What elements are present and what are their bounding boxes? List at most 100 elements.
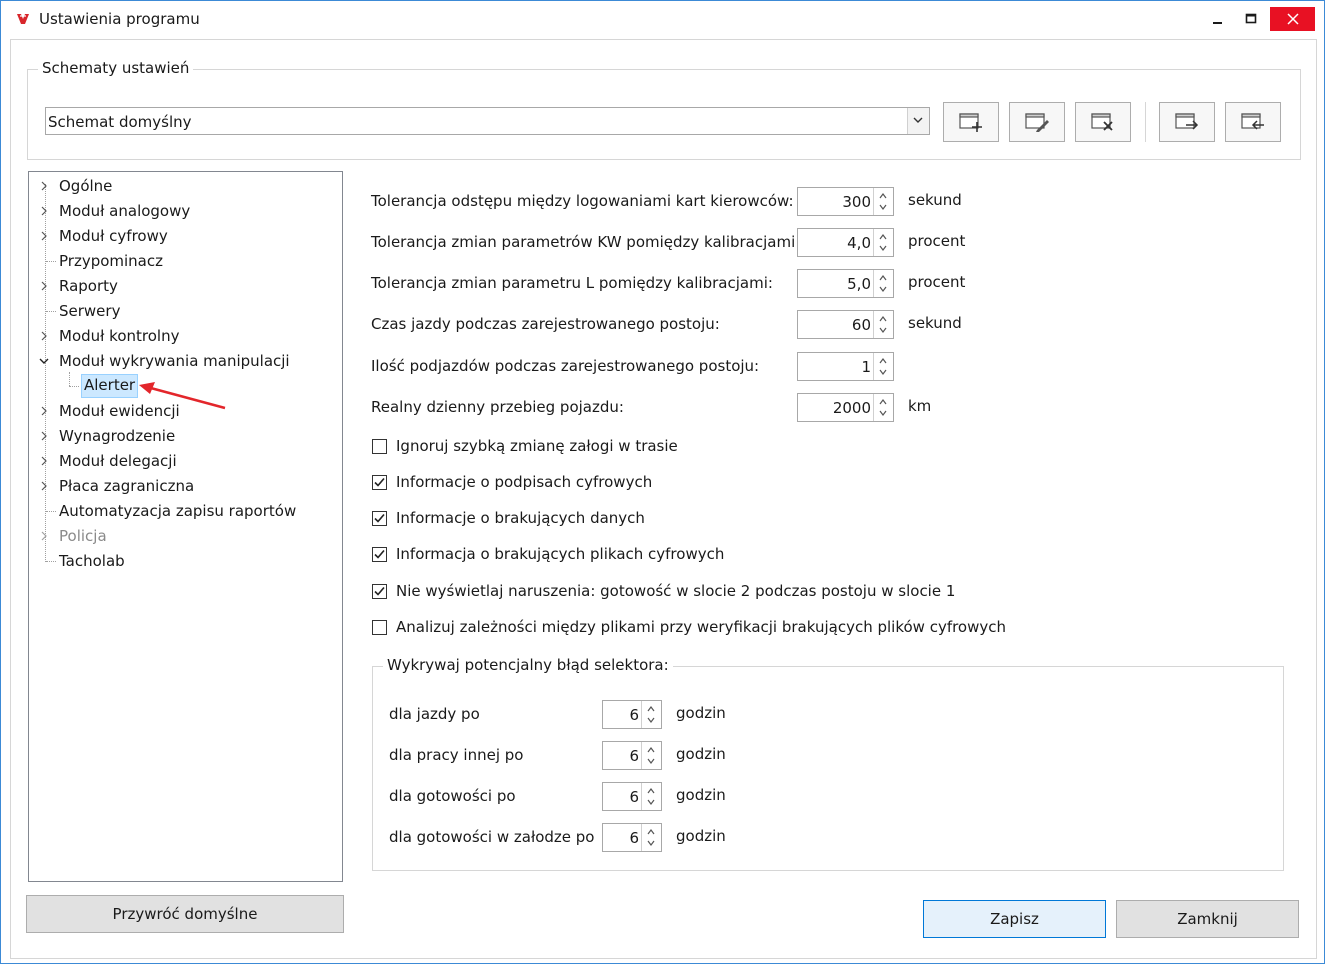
checkmark-icon bbox=[374, 477, 385, 487]
selector-error-legend: Wykrywaj potencjalny błąd selektora: bbox=[383, 656, 673, 674]
tree-item-alerter[interactable]: Alerter bbox=[81, 374, 139, 398]
checkbox-box[interactable] bbox=[372, 475, 387, 490]
l-tolerance-spinner[interactable]: 5,0 bbox=[797, 269, 894, 298]
save-button[interactable]: Zapisz bbox=[923, 900, 1106, 938]
moves-on-stop-spinner[interactable]: 1 bbox=[797, 352, 894, 381]
chevron-right-icon[interactable] bbox=[39, 181, 49, 191]
spin-down-icon[interactable] bbox=[647, 717, 655, 723]
tree-item-modul-analogowy[interactable]: Moduł analogowy bbox=[59, 200, 190, 222]
spinner-buttons[interactable] bbox=[641, 742, 661, 769]
selector-other-work-spinner[interactable]: 6 bbox=[602, 741, 662, 770]
spinner-buttons[interactable] bbox=[641, 783, 661, 810]
scheme-combobox[interactable]: Schemat domyślny bbox=[45, 107, 930, 135]
spinner-buttons[interactable] bbox=[873, 188, 893, 215]
chevron-right-icon[interactable] bbox=[39, 331, 49, 341]
tree-item-tacholab[interactable]: Tacholab bbox=[59, 550, 125, 572]
tree-item-raporty[interactable]: Raporty bbox=[59, 275, 118, 297]
spinner-buttons[interactable] bbox=[873, 311, 893, 338]
spin-up-icon[interactable] bbox=[879, 234, 887, 240]
spin-up-icon[interactable] bbox=[647, 829, 655, 835]
tree-item-automatyzacja-zapisu-raportow[interactable]: Automatyzacja zapisu raportów bbox=[59, 500, 296, 522]
minimize-button[interactable] bbox=[1203, 7, 1233, 31]
delete-scheme-button[interactable] bbox=[1075, 102, 1131, 142]
spinner-value: 5,0 bbox=[847, 275, 871, 293]
checkbox-box[interactable] bbox=[372, 547, 387, 562]
close-button[interactable]: Zamknij bbox=[1116, 900, 1299, 938]
spinner-buttons[interactable] bbox=[641, 701, 661, 728]
spinner-buttons[interactable] bbox=[641, 824, 661, 851]
spin-down-icon[interactable] bbox=[647, 799, 655, 805]
spin-down-icon[interactable] bbox=[879, 286, 887, 292]
spin-down-icon[interactable] bbox=[879, 245, 887, 251]
driving-time-on-stop-spinner[interactable]: 60 bbox=[797, 310, 894, 339]
tree-item-modul-kontrolny[interactable]: Moduł kontrolny bbox=[59, 325, 179, 347]
selector-availability-spinner[interactable]: 6 bbox=[602, 782, 662, 811]
chevron-right-icon[interactable] bbox=[39, 431, 49, 441]
checkbox-box[interactable] bbox=[372, 620, 387, 635]
spin-up-icon[interactable] bbox=[647, 706, 655, 712]
chevron-right-icon[interactable] bbox=[39, 456, 49, 466]
new-scheme-button[interactable] bbox=[943, 102, 999, 142]
spin-down-icon[interactable] bbox=[647, 840, 655, 846]
maximize-button[interactable] bbox=[1236, 7, 1266, 31]
spin-up-icon[interactable] bbox=[879, 193, 887, 199]
checkbox-box[interactable] bbox=[372, 511, 387, 526]
checkbox-box[interactable] bbox=[372, 439, 387, 454]
settings-window: Ustawienia programu Schematy ustawień Sc… bbox=[0, 0, 1325, 964]
edit-scheme-button[interactable] bbox=[1009, 102, 1065, 142]
tree-item-modul-cyfrowy[interactable]: Moduł cyfrowy bbox=[59, 225, 168, 247]
daily-mileage-spinner[interactable]: 2000 bbox=[797, 393, 894, 422]
selector-unit: godzin bbox=[676, 827, 726, 845]
spinner-buttons[interactable] bbox=[873, 394, 893, 421]
spinner-value: 4,0 bbox=[847, 234, 871, 252]
chevron-right-icon[interactable] bbox=[39, 406, 49, 416]
spin-up-icon[interactable] bbox=[879, 275, 887, 281]
checkmark-icon bbox=[374, 586, 385, 596]
selector-crew-availability-spinner[interactable]: 6 bbox=[602, 823, 662, 852]
spinner-buttons[interactable] bbox=[873, 270, 893, 297]
import-scheme-button[interactable] bbox=[1225, 102, 1281, 142]
chevron-down-icon bbox=[913, 117, 923, 123]
spin-down-icon[interactable] bbox=[647, 758, 655, 764]
spin-up-icon[interactable] bbox=[879, 316, 887, 322]
login-tolerance-spinner[interactable]: 300 bbox=[797, 187, 894, 216]
spin-up-icon[interactable] bbox=[647, 747, 655, 753]
tree-item-wynagrodzenie[interactable]: Wynagrodzenie bbox=[59, 425, 175, 447]
chevron-down-icon[interactable] bbox=[39, 356, 49, 366]
spinner-buttons[interactable] bbox=[873, 353, 893, 380]
tree-item-ogolne[interactable]: Ogólne bbox=[59, 175, 112, 197]
spin-down-icon[interactable] bbox=[879, 327, 887, 333]
chevron-right-icon[interactable] bbox=[39, 481, 49, 491]
chevron-right-icon[interactable] bbox=[39, 281, 49, 291]
chevron-right-icon[interactable] bbox=[39, 206, 49, 216]
field-label-kw-tolerance: Tolerancja zmian parametrów KW pomiędzy … bbox=[371, 233, 801, 251]
edit-scheme-icon bbox=[1025, 113, 1049, 132]
export-scheme-button[interactable] bbox=[1159, 102, 1215, 142]
tree-item-serwery[interactable]: Serwery bbox=[59, 300, 120, 322]
spin-up-icon[interactable] bbox=[879, 399, 887, 405]
spin-down-icon[interactable] bbox=[879, 204, 887, 210]
checkbox-label: Informacje o brakujących danych bbox=[396, 509, 645, 527]
restore-defaults-button[interactable]: Przywróć domyślne bbox=[26, 895, 344, 933]
title-bar[interactable]: Ustawienia programu bbox=[1, 1, 1324, 37]
spin-down-icon[interactable] bbox=[879, 410, 887, 416]
settings-tree[interactable]: Ogólne Moduł analogowy Moduł cyfrowy Prz… bbox=[28, 171, 343, 882]
selector-driving-spinner[interactable]: 6 bbox=[602, 700, 662, 729]
checkbox-label: Informacje o podpisach cyfrowych bbox=[396, 473, 653, 491]
spin-down-icon[interactable] bbox=[879, 369, 887, 375]
tree-item-placa-zagraniczna[interactable]: Płaca zagraniczna bbox=[59, 475, 194, 497]
kw-tolerance-spinner[interactable]: 4,0 bbox=[797, 228, 894, 257]
spinner-buttons[interactable] bbox=[873, 229, 893, 256]
chevron-right-icon[interactable] bbox=[39, 231, 49, 241]
close-window-button[interactable] bbox=[1270, 7, 1315, 31]
tree-item-modul-delegacji[interactable]: Moduł delegacji bbox=[59, 450, 177, 472]
scheme-dropdown-button[interactable] bbox=[907, 108, 929, 134]
tree-leaf-connector bbox=[46, 311, 56, 312]
tree-item-modul-wykrywania-manipulacji[interactable]: Moduł wykrywania manipulacji bbox=[59, 350, 290, 372]
tree-item-przypominacz[interactable]: Przypominacz bbox=[59, 250, 163, 272]
checkbox-box[interactable] bbox=[372, 584, 387, 599]
spin-up-icon[interactable] bbox=[647, 788, 655, 794]
checkmark-icon bbox=[374, 513, 385, 523]
spin-up-icon[interactable] bbox=[879, 358, 887, 364]
checkbox-label: Informacja o brakujących plikach cyfrowy… bbox=[396, 545, 725, 563]
